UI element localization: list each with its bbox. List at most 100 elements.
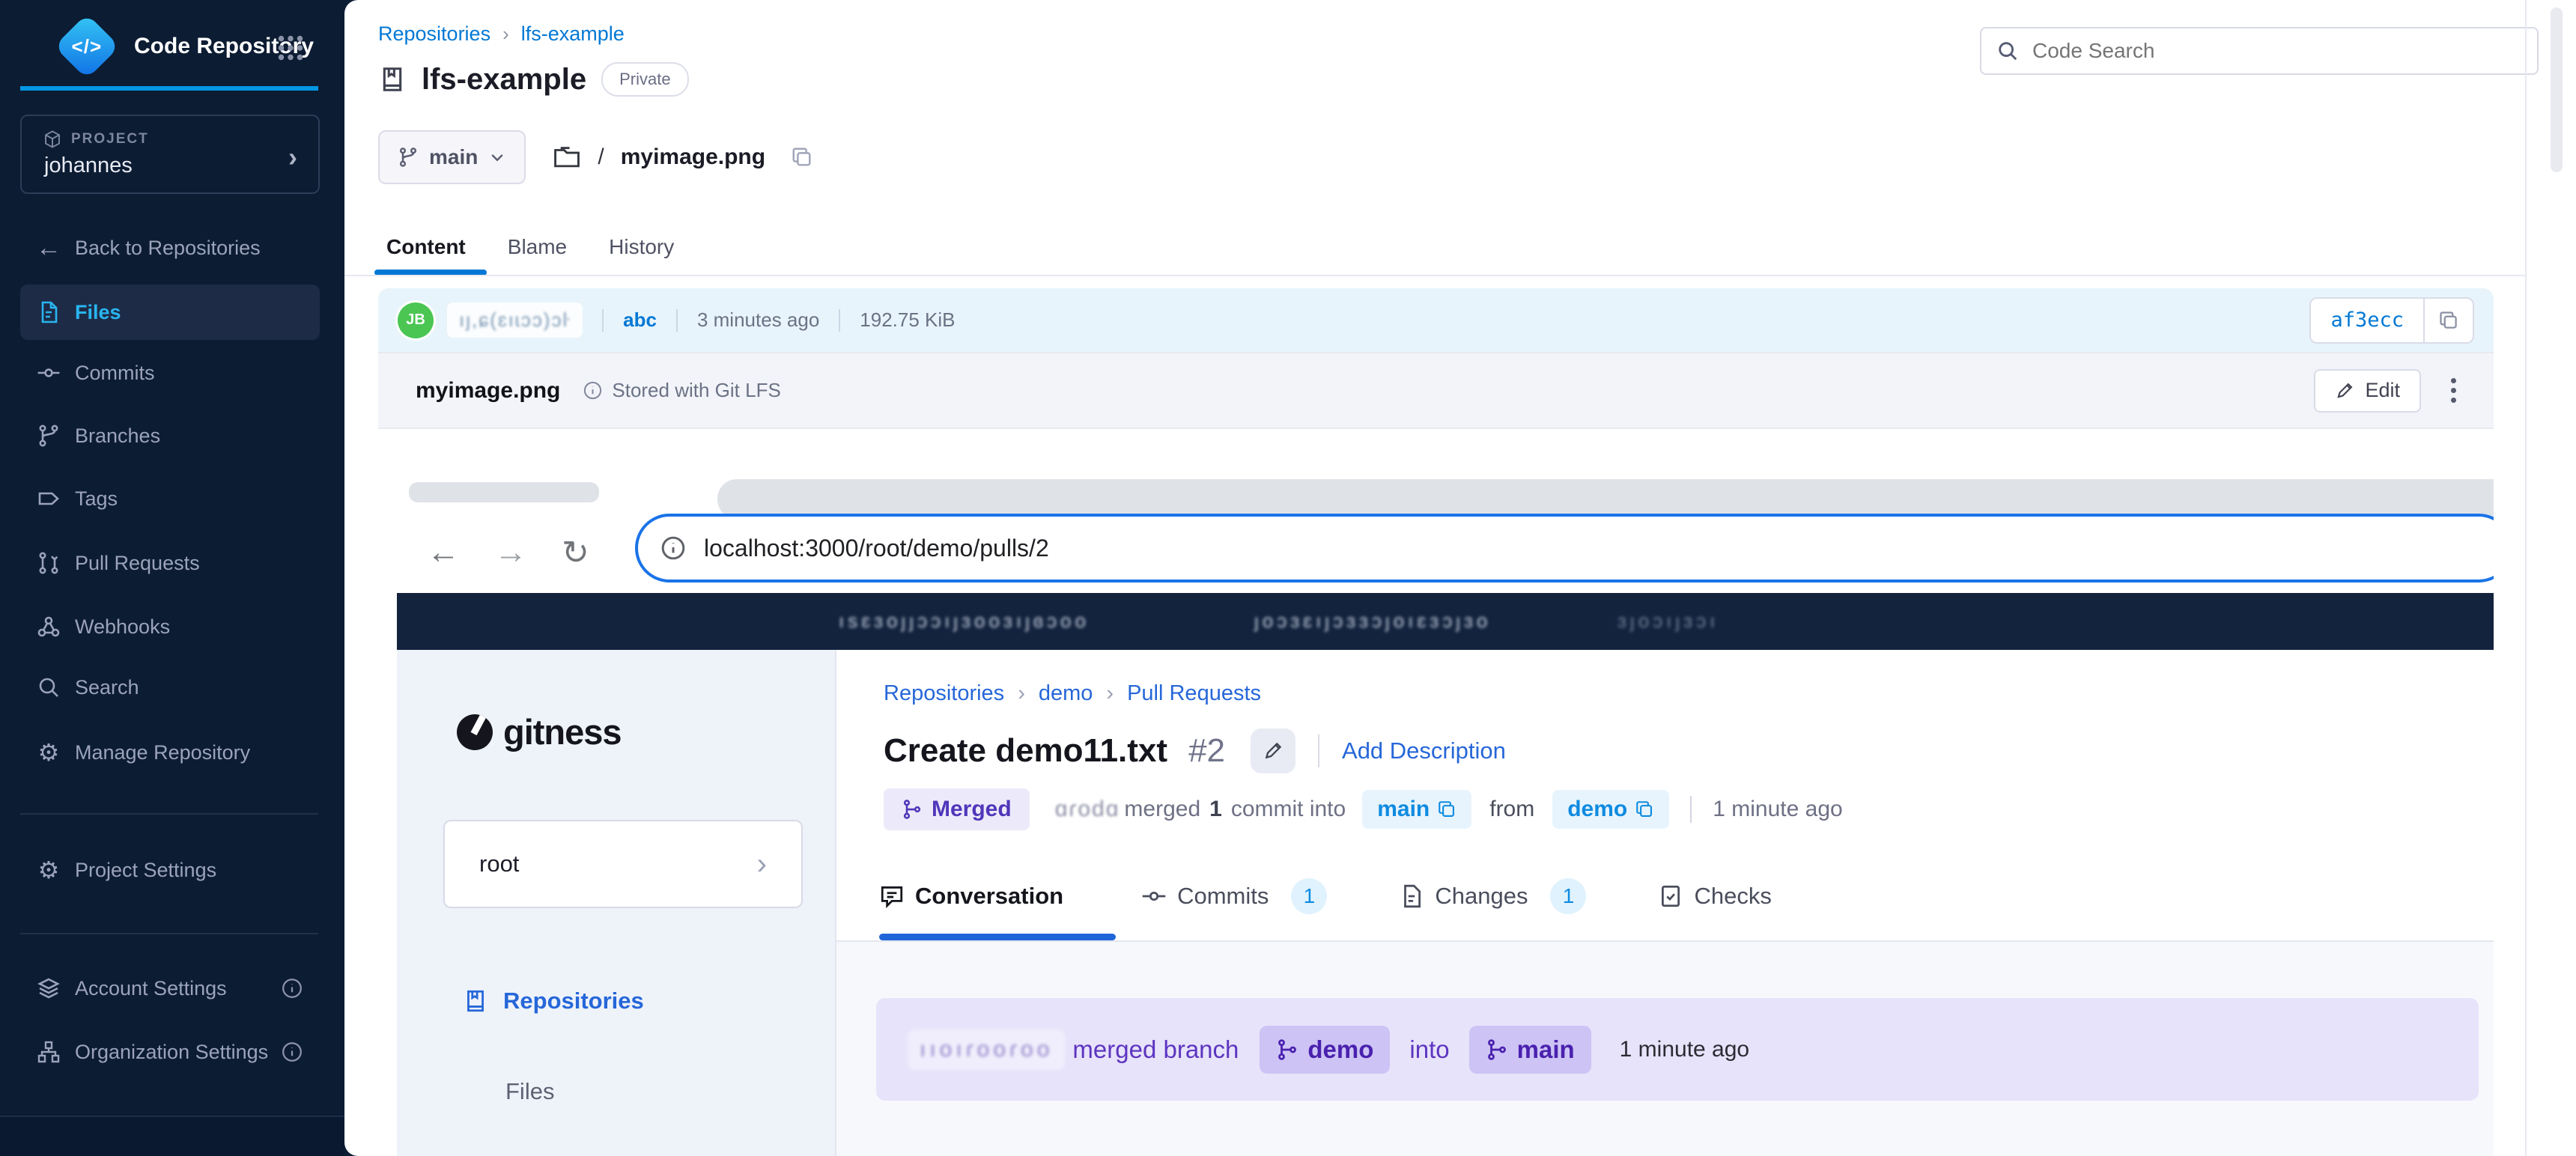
gitness-project-name: root	[479, 851, 519, 877]
gitness-breadcrumb-repositories[interactable]: Repositories	[884, 681, 1004, 706]
copy-icon[interactable]	[1437, 800, 1456, 819]
chevron-separator-icon: ›	[502, 22, 509, 46]
add-description-link[interactable]: Add Description	[1342, 737, 1506, 764]
layers-icon	[36, 976, 61, 1000]
pr-tabs: Conversation Commits 1	[879, 871, 1772, 921]
pr-status-row: Merged ɑɾodɑ merged 1 commit into main f	[884, 788, 1843, 830]
sidebar-item-organization-settings[interactable]: Organization Settings	[20, 1024, 320, 1080]
breadcrumb: Repositories › lfs-example	[378, 19, 625, 48]
sidebar-item-label: Webhooks	[75, 615, 170, 639]
commit-sha-widget: af3ecc	[2309, 297, 2474, 344]
visibility-badge: Private	[601, 62, 688, 97]
sidebar-item-label: Pull Requests	[75, 552, 200, 575]
sidebar-item-label: Search	[75, 676, 139, 699]
sidebar-item-commits[interactable]: Commits	[20, 345, 320, 401]
sidebar-item-label: Manage Repository	[75, 741, 250, 764]
scroll-gutter-border	[2525, 0, 2527, 1156]
sidebar-item-label: Account Settings	[75, 977, 227, 1000]
gitness-breadcrumb-section[interactable]: Pull Requests	[1127, 681, 1261, 706]
sidebar-item-webhooks[interactable]: Webhooks	[20, 599, 320, 654]
tab-blame[interactable]: Blame	[508, 235, 567, 259]
code-search-box[interactable]	[1980, 27, 2539, 75]
scrollbar-thumb[interactable]	[2551, 7, 2563, 172]
module-grid-icon[interactable]	[276, 33, 306, 63]
code-search-input[interactable]	[2031, 38, 2483, 64]
gitness-breadcrumb-repo[interactable]: demo	[1039, 681, 1093, 706]
event-source-branch: demo	[1307, 1035, 1373, 1064]
browser-reload-icon[interactable]: ↻	[562, 534, 589, 572]
gitness-project-selector[interactable]: root ›	[443, 820, 803, 908]
copy-icon[interactable]	[1635, 800, 1654, 819]
repo-book-icon	[378, 65, 407, 94]
breadcrumb-repositories-link[interactable]: Repositories	[378, 22, 490, 46]
tab-changes[interactable]: Changes 1	[1399, 878, 1586, 914]
pr-summary-suffix: commit into	[1231, 797, 1346, 822]
commit-message-link[interactable]: abc	[623, 308, 657, 332]
tab-checks[interactable]: Checks	[1658, 883, 1771, 910]
file-toolbar: main / myimage.png	[378, 132, 813, 183]
sidebar-item-files[interactable]: Files	[20, 285, 320, 340]
pr-author-redacted: ɑɾodɑ	[1055, 797, 1120, 822]
browser-url-bar[interactable]: localhost:3000/root/demo/pulls/2	[635, 514, 2494, 582]
tab-content[interactable]: Content	[386, 235, 466, 259]
divider	[1318, 734, 1319, 767]
chevron-separator-icon: ›	[1018, 681, 1025, 706]
gitness-nav-files-label: Files	[505, 1078, 554, 1105]
divider	[1690, 796, 1692, 823]
sidebar-back-to-repositories[interactable]: ← Back to Repositories	[20, 220, 320, 276]
breadcrumb-current-link[interactable]: lfs-example	[521, 22, 625, 46]
pr-title-row: Create demo11.txt #2 Add Description	[884, 728, 1506, 773]
event-author-redacted: ııoıɾooɾoo	[908, 1029, 1065, 1070]
gear-icon: ⚙	[36, 738, 61, 767]
pr-title-edit-button[interactable]	[1251, 728, 1295, 773]
info-icon	[583, 380, 603, 401]
image-preview: ← → ↻ localhost:3000/root/demo/pulls/2 ı…	[397, 479, 2494, 1156]
code-repository-logo-icon: </>	[54, 13, 120, 79]
file-name: myimage.png	[416, 378, 560, 404]
pencil-icon	[1263, 740, 1284, 761]
tab-commits[interactable]: Commits 1	[1141, 878, 1327, 914]
sidebar-item-branches[interactable]: Branches	[20, 408, 320, 463]
sidebar-item-manage-repository[interactable]: ⚙ Manage Repository	[20, 725, 320, 780]
gitness-nav-files[interactable]: Files	[505, 1072, 554, 1111]
site-info-icon[interactable]	[660, 535, 686, 561]
gitness-nav-repositories-label: Repositories	[503, 988, 644, 1014]
event-source-branch-chip[interactable]: demo	[1260, 1026, 1390, 1074]
gitness-breadcrumb: Repositories › demo › Pull Requests	[884, 677, 1261, 710]
gitness-nav-repositories[interactable]: Repositories	[463, 982, 644, 1020]
tab-history[interactable]: History	[609, 235, 674, 259]
browser-back-icon[interactable]: ←	[427, 534, 460, 571]
branch-selector[interactable]: main	[378, 130, 526, 184]
target-branch-chip[interactable]: main	[1362, 790, 1471, 829]
sidebar-item-tags[interactable]: Tags	[20, 471, 320, 526]
tab-conversation[interactable]: Conversation	[879, 883, 1063, 910]
source-branch-chip[interactable]: demo	[1552, 790, 1669, 829]
file-icon	[36, 300, 61, 324]
event-target-branch-chip[interactable]: main	[1469, 1026, 1591, 1074]
commit-icon	[1141, 883, 1167, 909]
gitness-logo: gitness	[457, 711, 622, 752]
sidebar-item-search[interactable]: Search	[20, 660, 320, 715]
kebab-menu-icon[interactable]	[2451, 378, 2456, 403]
copy-path-icon[interactable]	[791, 146, 813, 168]
gitness-sidebar: gitness root › Repositories Files	[397, 650, 836, 1156]
commit-author-redacted: ıȷ,ɕ(ɛıɩɔɔ)ɔŀ	[447, 302, 583, 338]
sidebar-item-account-settings[interactable]: Account Settings	[20, 961, 320, 1016]
merge-icon	[902, 799, 923, 820]
sidebar-item-label: Tags	[75, 487, 118, 511]
sidebar-item-project-settings[interactable]: ⚙ Project Settings	[20, 842, 320, 898]
from-label: from	[1489, 797, 1534, 822]
edit-button[interactable]: Edit	[2314, 369, 2421, 413]
cube-icon	[43, 130, 62, 149]
copy-sha-button[interactable]	[2423, 299, 2473, 342]
chevron-right-icon: ›	[757, 848, 767, 881]
sidebar-item-pull-requests[interactable]: Pull Requests	[20, 535, 320, 591]
project-selector[interactable]: PROJECT johannes ›	[20, 115, 320, 194]
main-panel: Repositories › lfs-example lfs-example P…	[344, 0, 2576, 1156]
folder-icon	[553, 143, 581, 171]
project-name: johannes	[44, 153, 133, 178]
merge-icon	[1276, 1038, 1298, 1061]
merge-event-bar: ııoıɾooɾoo merged branch demo into	[876, 998, 2479, 1101]
browser-forward-icon[interactable]: →	[494, 534, 527, 571]
sidebar-item-label: Project Settings	[75, 859, 216, 882]
